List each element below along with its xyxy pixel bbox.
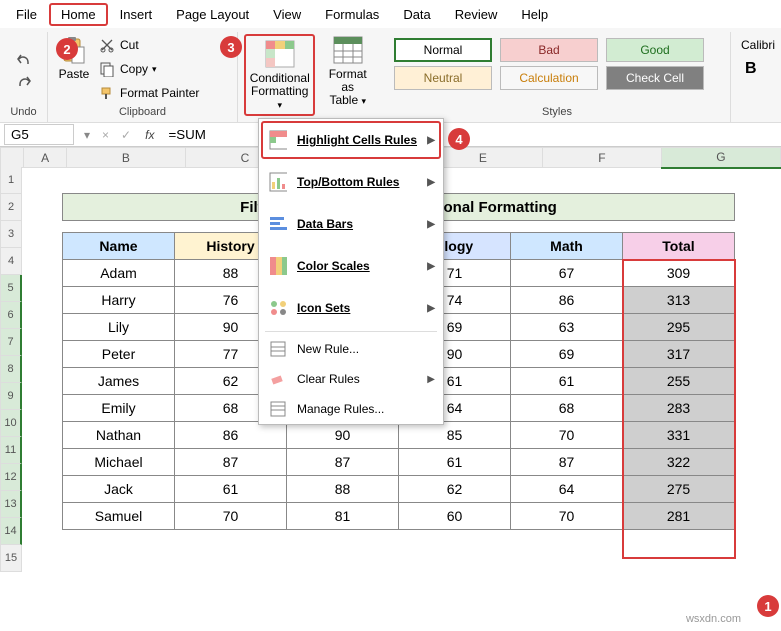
menu-label: New Rule...	[297, 342, 359, 356]
callout-2: 2	[56, 38, 78, 60]
style-neutral[interactable]: Neutral	[394, 66, 492, 90]
cut-button[interactable]: Cut	[98, 34, 199, 56]
copy-icon	[98, 60, 116, 78]
style-good[interactable]: Good	[606, 38, 704, 62]
menu-label: Highlight Cells Rules	[297, 133, 417, 147]
menu-help[interactable]: Help	[509, 3, 560, 26]
menu-review[interactable]: Review	[443, 3, 510, 26]
chevron-right-icon: ▶	[427, 135, 435, 146]
callout-1: 1	[757, 595, 779, 617]
watermark: wsxdn.com	[686, 613, 741, 625]
highlight-cells-icon	[269, 131, 287, 149]
name-box[interactable]	[4, 124, 74, 145]
style-normal[interactable]: Normal	[394, 38, 492, 62]
conditional-formatting-menu: Highlight Cells Rules ▶ Top/Bottom Rules…	[258, 118, 444, 425]
table-row: Nathan86908570331	[63, 422, 735, 449]
format-as-table-button[interactable]: Format asTable ▾	[317, 34, 378, 108]
color-scales-icon	[269, 257, 287, 275]
format-painter-icon	[98, 84, 116, 102]
copy-label: Copy	[120, 62, 148, 76]
new-rule-icon	[269, 340, 287, 358]
chevron-right-icon: ▶	[427, 374, 435, 385]
clear-rules-icon	[269, 370, 287, 388]
menu-view[interactable]: View	[261, 3, 313, 26]
conditional-formatting-icon	[264, 38, 296, 70]
style-check-cell[interactable]: Check Cell	[606, 66, 704, 90]
conditional-formatting-button[interactable]: ConditionalFormatting ▾	[244, 34, 315, 116]
top-bottom-icon	[269, 173, 287, 191]
menu-label: Color Scales	[297, 259, 370, 273]
manage-rules-icon	[269, 400, 287, 418]
undo-icon[interactable]	[15, 50, 33, 68]
chevron-right-icon: ▶	[427, 177, 435, 188]
ribbon: Undo Paste Cut Copy ▾	[0, 28, 781, 123]
menu-label: Clear Rules	[297, 372, 360, 386]
menu-page-layout[interactable]: Page Layout	[164, 3, 261, 26]
format-painter-button[interactable]: Format Painter	[98, 82, 199, 104]
style-bad[interactable]: Bad	[500, 38, 598, 62]
row-headers[interactable]: 1234 56789 1011121314 15	[0, 167, 22, 572]
formula-input[interactable]	[162, 125, 781, 144]
menu-bar: File Home Insert Page Layout View Formul…	[0, 0, 781, 28]
callout-3: 3	[220, 36, 242, 58]
style-calculation[interactable]: Calculation	[500, 66, 598, 90]
menu-label: Data Bars	[297, 217, 353, 231]
format-painter-label: Format Painter	[120, 86, 199, 100]
table-row: Jack61886264275	[63, 476, 735, 503]
redo-icon[interactable]	[15, 72, 33, 90]
menu-formulas[interactable]: Formulas	[313, 3, 391, 26]
menu-new-rule[interactable]: New Rule...	[259, 334, 443, 364]
menu-highlight-cells-rules[interactable]: Highlight Cells Rules ▶	[259, 119, 443, 161]
chevron-right-icon: ▶	[427, 303, 435, 314]
data-bars-icon	[269, 215, 287, 233]
cond-fmt-label: ConditionalFormatting ▾	[248, 72, 311, 112]
undo-group-label: Undo	[6, 106, 41, 120]
cell-styles-gallery[interactable]: Normal Bad Good Neutral Calculation Chec…	[390, 34, 724, 94]
format-table-icon	[332, 34, 364, 66]
font-name[interactable]: Calibri	[737, 34, 775, 56]
clipboard-group-label: Clipboard	[54, 106, 231, 120]
table-row: Samuel70816070281	[63, 503, 735, 530]
cut-icon	[98, 36, 116, 54]
chevron-right-icon: ▶	[427, 261, 435, 272]
menu-manage-rules[interactable]: Manage Rules...	[259, 394, 443, 424]
menu-label: Icon Sets	[297, 301, 350, 315]
callout-4: 4	[448, 128, 470, 150]
menu-file[interactable]: File	[4, 3, 49, 26]
cut-label: Cut	[120, 38, 139, 52]
menu-insert[interactable]: Insert	[108, 3, 165, 26]
paste-label: Paste	[59, 68, 90, 81]
menu-color-scales[interactable]: Color Scales ▶	[259, 245, 443, 287]
table-row: Michael87876187322	[63, 449, 735, 476]
bold-button[interactable]: B	[737, 56, 775, 82]
menu-data[interactable]: Data	[391, 3, 442, 26]
menu-label: Manage Rules...	[297, 402, 384, 416]
chevron-right-icon: ▶	[427, 219, 435, 230]
menu-label: Top/Bottom Rules	[297, 175, 399, 189]
format-table-label: Format asTable ▾	[321, 68, 374, 108]
menu-icon-sets[interactable]: Icon Sets ▶	[259, 287, 443, 329]
copy-button[interactable]: Copy ▾	[98, 58, 199, 80]
menu-clear-rules[interactable]: Clear Rules ▶	[259, 364, 443, 394]
menu-top-bottom-rules[interactable]: Top/Bottom Rules ▶	[259, 161, 443, 203]
fx-label[interactable]: fx	[137, 128, 162, 142]
menu-home[interactable]: Home	[49, 3, 108, 26]
menu-data-bars[interactable]: Data Bars ▶	[259, 203, 443, 245]
icon-sets-icon	[269, 299, 287, 317]
